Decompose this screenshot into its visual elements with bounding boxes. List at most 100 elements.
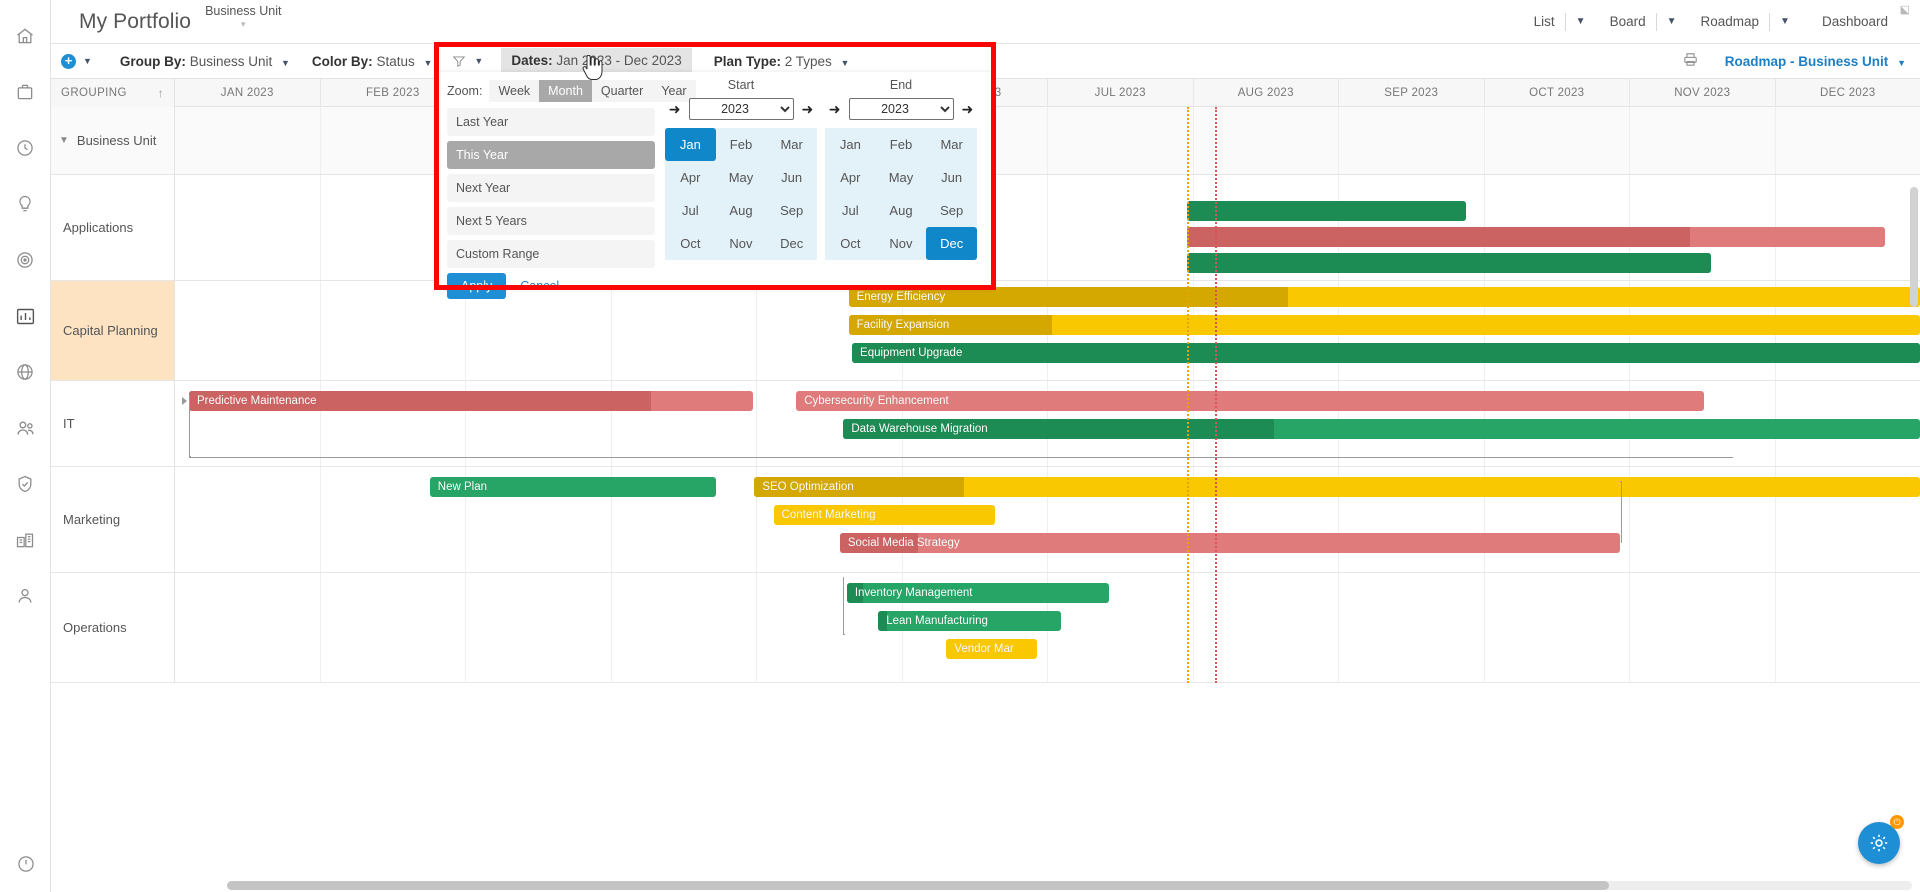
month-cell-apr[interactable]: Apr [825,161,876,194]
month-cell-jun[interactable]: Jun [926,161,977,194]
month-cell-oct[interactable]: Oct [825,227,876,260]
view-list[interactable]: List ▼ [1524,12,1600,31]
month-cell-aug[interactable]: Aug [716,194,767,227]
month-cell-may[interactable]: May [876,161,927,194]
zoom-option-week[interactable]: Week [489,80,539,102]
cancel-button[interactable]: Cancel [514,273,565,299]
hidden-bar-2[interactable] [1187,227,1886,247]
power-icon[interactable] [0,854,51,874]
month-cell-aug[interactable]: Aug [876,194,927,227]
add-plan-button[interactable]: + ▼ [61,53,98,69]
chevron-down-icon[interactable]: ▼ [83,56,92,66]
start-year-select[interactable]: 2023 [688,98,794,120]
scrollbar-thumb[interactable] [1910,187,1918,307]
month-cell-mar[interactable]: Mar [926,128,977,161]
view-board[interactable]: Board ▼ [1600,12,1691,31]
bar-lean-manufacturing[interactable]: Lean Manufacturing [878,611,1062,631]
roadmap-view-selector[interactable]: Roadmap - Business Unit ▼ [1725,54,1906,69]
view-roadmap-label[interactable]: Roadmap [1691,14,1770,29]
chevron-down-icon[interactable]: ▼ [1770,16,1804,27]
target-icon[interactable] [0,232,51,288]
arrow-left-icon[interactable]: ➜ [829,102,841,116]
users-icon[interactable] [0,400,51,456]
grouping-column-header[interactable]: GROUPING ↑ [51,79,175,107]
month-cell-feb[interactable]: Feb [716,128,767,161]
month-cell-apr[interactable]: Apr [665,161,716,194]
month-cell-jan[interactable]: Jan [825,128,876,161]
chevron-down-icon[interactable]: ▼ [281,58,290,68]
month-cell-jan[interactable]: Jan [665,128,716,161]
month-cell-jul[interactable]: Jul [665,194,716,227]
user-icon[interactable] [0,568,51,624]
expand-icon[interactable]: ⬕ [1900,3,1910,16]
month-cell-jun[interactable]: Jun [766,161,817,194]
month-cell-sep[interactable]: Sep [926,194,977,227]
gantt-row-label[interactable]: ▼ Business Unit [51,107,175,174]
gantt-row-label[interactable]: Applications [51,175,175,280]
clock-icon[interactable] [0,120,51,176]
home-icon[interactable] [0,8,51,64]
gantt-row[interactable]: Marketing New Plan SEO Optimization Content… [51,467,1920,573]
chart-bar-icon[interactable] [0,288,51,344]
bar-energy-efficiency[interactable]: Energy Efficiency [848,287,1920,307]
chevron-down-icon[interactable]: ▼ [1897,58,1906,68]
view-roadmap[interactable]: Roadmap ▼ [1691,12,1804,31]
bar-seo-optimization[interactable]: SEO Optimization [754,477,1920,497]
gantt-row[interactable]: Operations Inventory Management Lean Manuf… [51,573,1920,683]
zoom-option-month[interactable]: Month [539,80,592,102]
view-dashboard-label[interactable]: Dashboard [1804,14,1906,29]
chevron-down-icon[interactable]: ▼ [474,56,483,66]
chevron-down-icon[interactable]: ▼ [423,58,432,68]
briefcase-icon[interactable] [0,64,51,120]
month-cell-sep[interactable]: Sep [766,194,817,227]
plan-type-selector[interactable]: Plan Type: 2 Types ▼ [714,54,850,69]
arrow-right-icon[interactable]: ➜ [962,102,974,116]
month-cell-may[interactable]: May [716,161,767,194]
view-board-label[interactable]: Board [1600,14,1656,29]
chevron-down-icon[interactable]: ▼ [1566,16,1600,27]
bar-data-warehouse-migration[interactable]: Data Warehouse Migration [843,419,1920,439]
print-button[interactable] [1682,51,1699,71]
dates-selector[interactable]: Dates: Jan 2023 - Dec 2023 [501,48,692,74]
zoom-option-quarter[interactable]: Quarter [592,80,652,102]
vertical-scrollbar[interactable] [1910,187,1918,874]
month-cell-feb[interactable]: Feb [876,128,927,161]
bar-equipment-upgrade[interactable]: Equipment Upgrade [852,343,1920,363]
lightbulb-icon[interactable] [0,176,51,232]
hidden-bar-1[interactable] [1187,201,1467,221]
gantt-row[interactable]: IT Predictive Maintenance Cybersecurity En… [51,381,1920,467]
date-preset-last-year[interactable]: Last Year [447,108,655,136]
shield-check-icon[interactable] [0,456,51,512]
gantt-row[interactable]: Capital Planning Energy Efficiency Facilit… [51,281,1920,381]
plus-icon[interactable]: + [61,53,76,69]
chevron-down-icon[interactable]: ▼ [1657,16,1691,27]
color-by-selector[interactable]: Color By: Status ▼ [312,54,432,69]
chevron-down-icon[interactable]: ▼ [841,58,850,68]
date-preset-custom-range[interactable]: Custom Range [447,240,655,268]
gantt-row-label[interactable]: Capital Planning [51,281,175,380]
bar-new-plan[interactable]: New Plan [429,477,716,497]
gantt-row-label[interactable]: Marketing [51,467,175,572]
end-year-select[interactable]: 2023 [848,98,954,120]
date-preset-next-year[interactable]: Next Year [447,174,655,202]
bar-inventory-management[interactable]: Inventory Management [846,583,1109,603]
month-cell-nov[interactable]: Nov [876,227,927,260]
horizontal-scrollbar[interactable] [227,881,1912,890]
month-cell-dec[interactable]: Dec [766,227,817,260]
bar-cybersecurity-enhancement[interactable]: Cybersecurity Enhancement [796,391,1704,411]
arrow-right-icon[interactable]: ➜ [802,102,814,116]
month-cell-mar[interactable]: Mar [766,128,817,161]
globe-icon[interactable] [0,344,51,400]
scrollbar-thumb[interactable] [227,881,1609,890]
month-cell-nov[interactable]: Nov [716,227,767,260]
date-preset-this-year[interactable]: This Year [447,141,655,169]
business-unit-selector[interactable]: Business Unit ▾ [205,4,281,29]
bar-social-media-strategy[interactable]: Social Media Strategy [839,533,1620,553]
month-cell-dec[interactable]: Dec [926,227,977,260]
arrow-left-icon[interactable]: ➜ [669,102,681,116]
sort-asc-icon[interactable]: ↑ [158,86,164,100]
chevron-down-icon[interactable]: ▼ [59,135,69,146]
month-cell-oct[interactable]: Oct [665,227,716,260]
apply-button[interactable]: Apply [447,273,507,299]
hidden-bar-3[interactable] [1187,253,1711,273]
